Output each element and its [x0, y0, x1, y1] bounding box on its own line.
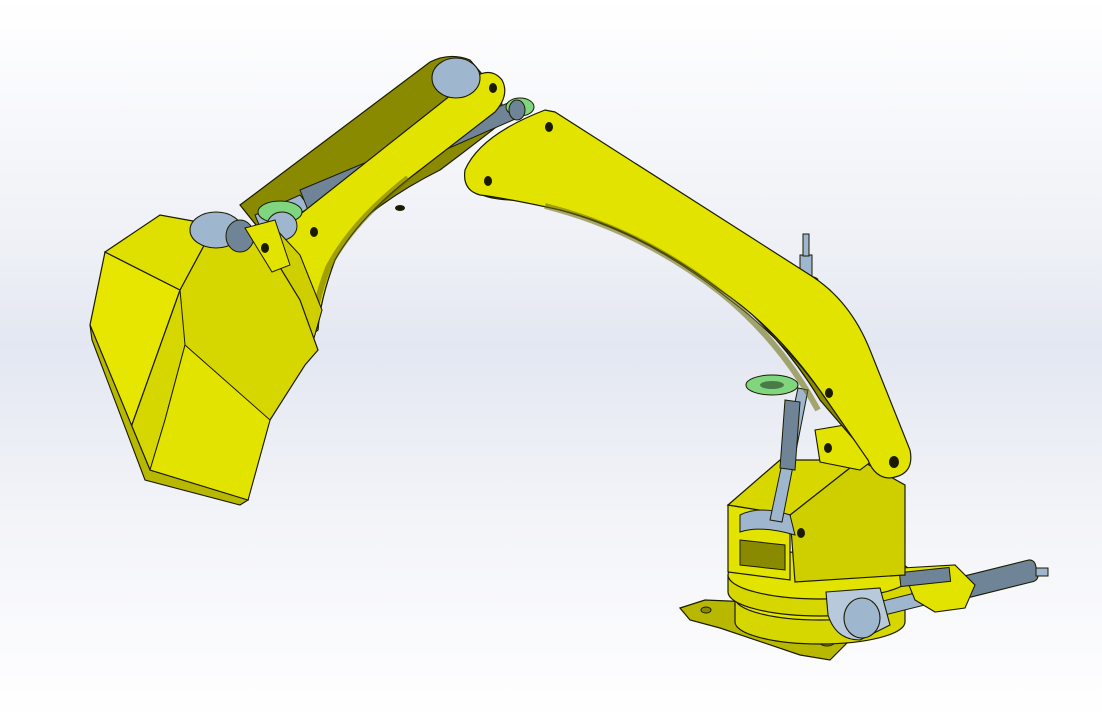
boom-pin-hole — [545, 122, 553, 132]
stick-top-pin — [431, 57, 481, 99]
tower-cutout — [739, 539, 786, 571]
boom-pin-hole — [825, 388, 833, 398]
swing-cylinder-tip — [1035, 567, 1049, 577]
stick-pin-hole — [489, 83, 497, 93]
boom-pin-hole — [484, 176, 492, 186]
base-bolt-hole — [700, 606, 712, 614]
cad-viewport[interactable] — [0, 0, 1102, 719]
boom-pin-hole — [889, 456, 899, 468]
boom-arm — [463, 109, 912, 479]
boom-plate-front — [463, 109, 912, 479]
bucket — [89, 211, 323, 506]
excavator-model — [89, 55, 1049, 661]
stick-pin-hole — [310, 227, 318, 237]
stick-bolt — [395, 205, 405, 211]
